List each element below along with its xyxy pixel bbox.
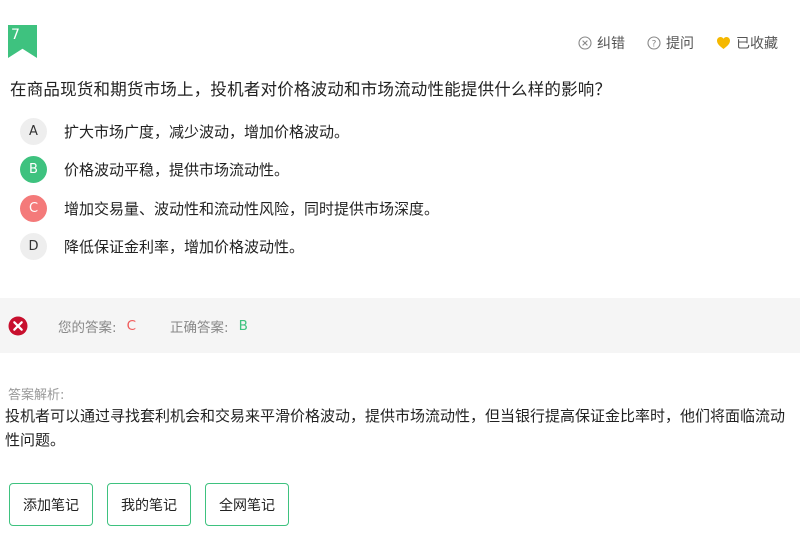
close-circle-icon <box>578 36 592 50</box>
ask-question-button[interactable]: ? 提问 <box>647 33 694 53</box>
question-actions: 纠错 ? 提问 已收藏 <box>578 33 778 53</box>
report-error-button[interactable]: 纠错 <box>578 33 625 53</box>
collect-button[interactable]: 已收藏 <box>716 33 778 53</box>
option-d-letter: D <box>20 233 47 260</box>
question-card: 7 纠错 ? 提问 已收藏 在商品现货和期货市场上，投机者对价格波动和市场流动性… <box>0 0 800 544</box>
collect-label: 已收藏 <box>736 36 778 52</box>
correct-answer-value: B <box>238 317 248 334</box>
report-error-label: 纠错 <box>597 36 625 52</box>
add-note-button[interactable]: 添加笔记 <box>9 483 93 526</box>
answer-result-bar: 您的答案: C 正确答案: B <box>0 298 800 353</box>
option-a[interactable]: A 扩大市场广度，减少波动，增加价格波动。 <box>20 117 439 145</box>
option-d-text: 降低保证金利率，增加价格波动性。 <box>64 238 305 256</box>
your-answer-label: 您的答案: <box>58 319 117 336</box>
option-b-letter: B <box>20 156 47 183</box>
all-notes-button[interactable]: 全网笔记 <box>205 483 289 526</box>
ask-label: 提问 <box>666 36 694 52</box>
question-number: 7 <box>11 27 20 43</box>
option-c[interactable]: C 增加交易量、波动性和流动性风险，同时提供市场深度。 <box>20 194 439 222</box>
option-a-letter: A <box>20 117 47 145</box>
notes-toolbar: 添加笔记 我的笔记 全网笔记 <box>9 483 289 526</box>
wrong-answer-icon <box>8 316 28 335</box>
option-b-text: 价格波动平稳，提供市场流动性。 <box>64 161 290 179</box>
question-text: 在商品现货和期货市场上，投机者对价格波动和市场流动性能提供什么样的影响？ <box>10 80 612 99</box>
option-c-letter: C <box>20 194 47 222</box>
option-a-text: 扩大市场广度，减少波动，增加价格波动。 <box>64 122 350 141</box>
my-notes-button[interactable]: 我的笔记 <box>107 483 191 526</box>
options-list: A 扩大市场广度，减少波动，增加价格波动。 B 价格波动平稳，提供市场流动性。 … <box>20 117 439 271</box>
correct-answer-label: 正确答案: <box>170 319 229 336</box>
analysis-title: 答案解析: <box>8 388 65 403</box>
your-answer-value: C <box>126 317 136 334</box>
question-number-badge: 7 <box>8 25 37 58</box>
heart-icon <box>717 37 730 49</box>
analysis-text: 投机者可以通过寻找套利机会和交易来平滑价格波动，提供市场流动性，但当银行提高保证… <box>5 407 786 449</box>
option-b[interactable]: B 价格波动平稳，提供市场流动性。 <box>20 156 439 184</box>
svg-text:?: ? <box>652 39 657 49</box>
option-c-text: 增加交易量、波动性和流动性风险，同时提供市场深度。 <box>64 199 440 218</box>
option-d[interactable]: D 降低保证金利率，增加价格波动性。 <box>20 233 439 261</box>
question-circle-icon: ? <box>647 36 661 50</box>
